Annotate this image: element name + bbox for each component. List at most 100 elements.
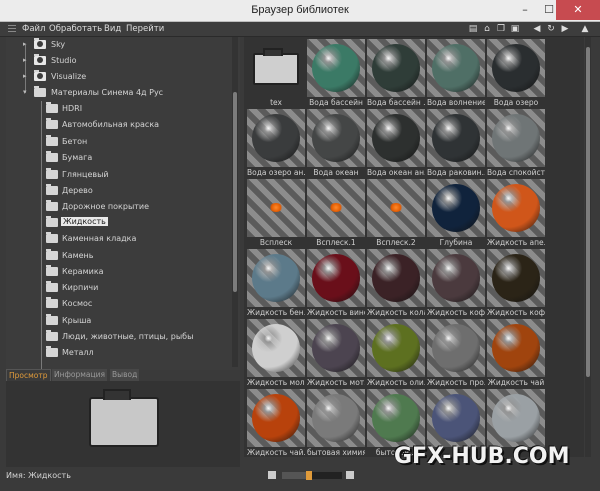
tree-item-label: Sky: [51, 40, 66, 49]
expand-arrow-icon[interactable]: ▸: [23, 40, 31, 48]
tree-item-stone[interactable]: Камень: [6, 248, 234, 264]
tree-scrollbar[interactable]: [232, 37, 238, 367]
material-item[interactable]: Вода озеро: [487, 39, 545, 109]
material-label: Жидкость бен...: [247, 308, 305, 317]
material-item[interactable]: Жидкость чай.1: [247, 389, 305, 457]
material-sphere: [372, 254, 420, 302]
window-title: Браузер библиотек: [251, 4, 349, 16]
tree-item-materials[interactable]: ▾ Материалы Синема 4д Рус: [6, 85, 234, 101]
menu-view[interactable]: Вид: [104, 24, 121, 34]
history-icon[interactable]: ↻: [546, 24, 556, 34]
material-item[interactable]: Всплеск.2: [367, 179, 425, 249]
tree-item-glossy[interactable]: Глянцевый: [6, 167, 234, 183]
material-item[interactable]: Вода спокойст...: [487, 109, 545, 179]
material-label: Жидкость мол...: [247, 378, 305, 387]
window-icon[interactable]: ▣: [510, 24, 520, 34]
home-icon[interactable]: ⌂: [482, 24, 492, 34]
material-label: Жидкость оли...: [367, 378, 425, 387]
tree-item-ceramics[interactable]: Керамика: [6, 264, 234, 280]
scrollbar-thumb[interactable]: [233, 92, 237, 292]
grid-scrollbar[interactable]: [585, 37, 591, 457]
close-button[interactable]: ✕: [556, 0, 600, 20]
tree-item-paper[interactable]: Бумага: [6, 150, 234, 166]
scrollbar-thumb[interactable]: [586, 47, 590, 377]
tree-item-studio[interactable]: ▸ Studio: [6, 53, 234, 69]
tree-item-bricks[interactable]: Кирпичи: [6, 280, 234, 296]
back-icon[interactable]: ◀: [532, 24, 542, 34]
folder-open-icon: [34, 86, 46, 97]
material-item[interactable]: Вода бассейн ...: [367, 39, 425, 109]
material-label: tex: [270, 98, 282, 107]
menu-file[interactable]: Файл: [22, 24, 45, 34]
material-item[interactable]: Жидкость мол...: [247, 319, 305, 389]
material-sphere: [492, 324, 540, 372]
zoom-knob[interactable]: [306, 471, 312, 480]
material-item[interactable]: Жидкость про...: [427, 319, 485, 389]
material-item[interactable]: Вода океан: [307, 109, 365, 179]
zoom-slider[interactable]: [282, 471, 342, 480]
tree-item-label: Дорожное покрытие: [62, 202, 150, 211]
material-sphere: [312, 324, 360, 372]
material-item[interactable]: Всплеск: [247, 179, 305, 249]
material-item[interactable]: Жидкость мот...: [307, 319, 365, 389]
expand-arrow-icon[interactable]: ▸: [23, 56, 31, 64]
tab-info[interactable]: Информация: [52, 369, 108, 381]
tree-item-hdri[interactable]: HDRI: [6, 101, 234, 117]
material-item[interactable]: Вода раковин...: [427, 109, 485, 179]
material-item[interactable]: Глубина: [427, 179, 485, 249]
grip-icon[interactable]: [8, 25, 16, 34]
menu-process[interactable]: Обработать: [49, 24, 102, 34]
list-view-icon[interactable]: ▤: [468, 24, 478, 34]
title-bar: Браузер библиотек – ☐ ✕: [0, 0, 600, 22]
tree-item-wood[interactable]: Дерево: [6, 183, 234, 199]
tree-item-creatures[interactable]: Люди, животные, птицы, рыбы: [6, 329, 234, 345]
small-thumb-icon[interactable]: [268, 471, 276, 479]
material-item[interactable]: Всплеск.1: [307, 179, 365, 249]
material-item[interactable]: Вода океан ан...: [367, 109, 425, 179]
tree-item-road[interactable]: Дорожное покрытие: [6, 199, 234, 215]
tree-item-label: Studio: [51, 56, 77, 65]
tab-preview[interactable]: Просмотр: [6, 369, 51, 381]
material-item[interactable]: Жидкость оли...: [367, 319, 425, 389]
material-item[interactable]: Вода озеро ан...: [247, 109, 305, 179]
tree-item-car-paint[interactable]: Автомобильная краска: [6, 117, 234, 133]
material-item[interactable]: Вода волнение: [427, 39, 485, 109]
tree-item-space[interactable]: Космос: [6, 296, 234, 312]
tree-item-concrete[interactable]: Бетон: [6, 134, 234, 150]
tree-item-masonry[interactable]: Каменная кладка: [6, 231, 234, 247]
tree-item-visualize[interactable]: ▸ Visualize: [6, 69, 234, 85]
expand-arrow-icon[interactable]: ▸: [23, 72, 31, 80]
folder-icon: [46, 168, 58, 179]
material-thumbnail: [487, 39, 545, 97]
forward-icon[interactable]: ▶: [560, 24, 570, 34]
material-label: бытовая химия: [307, 448, 365, 457]
material-item[interactable]: Жидкость вино: [307, 249, 365, 319]
tree-item-sky[interactable]: ▸ Sky: [6, 37, 234, 53]
pin-icon[interactable]: ▲: [580, 24, 590, 34]
tree-item-metal[interactable]: Металл: [6, 345, 234, 361]
material-item[interactable]: Жидкость бен...: [247, 249, 305, 319]
large-thumb-icon[interactable]: [346, 471, 354, 479]
material-item[interactable]: Жидкость коф...: [487, 249, 545, 319]
collapse-arrow-icon[interactable]: ▾: [23, 88, 31, 96]
material-sphere: [372, 324, 420, 372]
material-sphere: [432, 394, 480, 442]
material-item[interactable]: бытовая химия: [307, 389, 365, 457]
minimize-button[interactable]: –: [512, 0, 538, 20]
material-item[interactable]: Жидкость кола: [367, 249, 425, 319]
material-item[interactable]: Жидкость апе...: [487, 179, 545, 249]
material-item[interactable]: Жидкость чай: [487, 319, 545, 389]
tree-item-roof[interactable]: Крыша: [6, 313, 234, 329]
copy-icon[interactable]: ❐: [496, 24, 506, 34]
tab-output[interactable]: Вывод: [110, 369, 140, 381]
material-label: Жидкость вино: [307, 308, 365, 317]
material-thumbnail: [487, 109, 545, 167]
menu-go[interactable]: Перейти: [126, 24, 164, 34]
tree-item-liquid[interactable]: Жидкость: [6, 215, 234, 231]
material-label: Вода бассейн: [309, 98, 363, 107]
material-thumbnail: [307, 179, 365, 237]
folder-icon: [34, 38, 46, 49]
material-item[interactable]: Жидкость кофе: [427, 249, 485, 319]
material-item[interactable]: Вода бассейн: [307, 39, 365, 109]
folder-item[interactable]: tex: [247, 39, 305, 109]
